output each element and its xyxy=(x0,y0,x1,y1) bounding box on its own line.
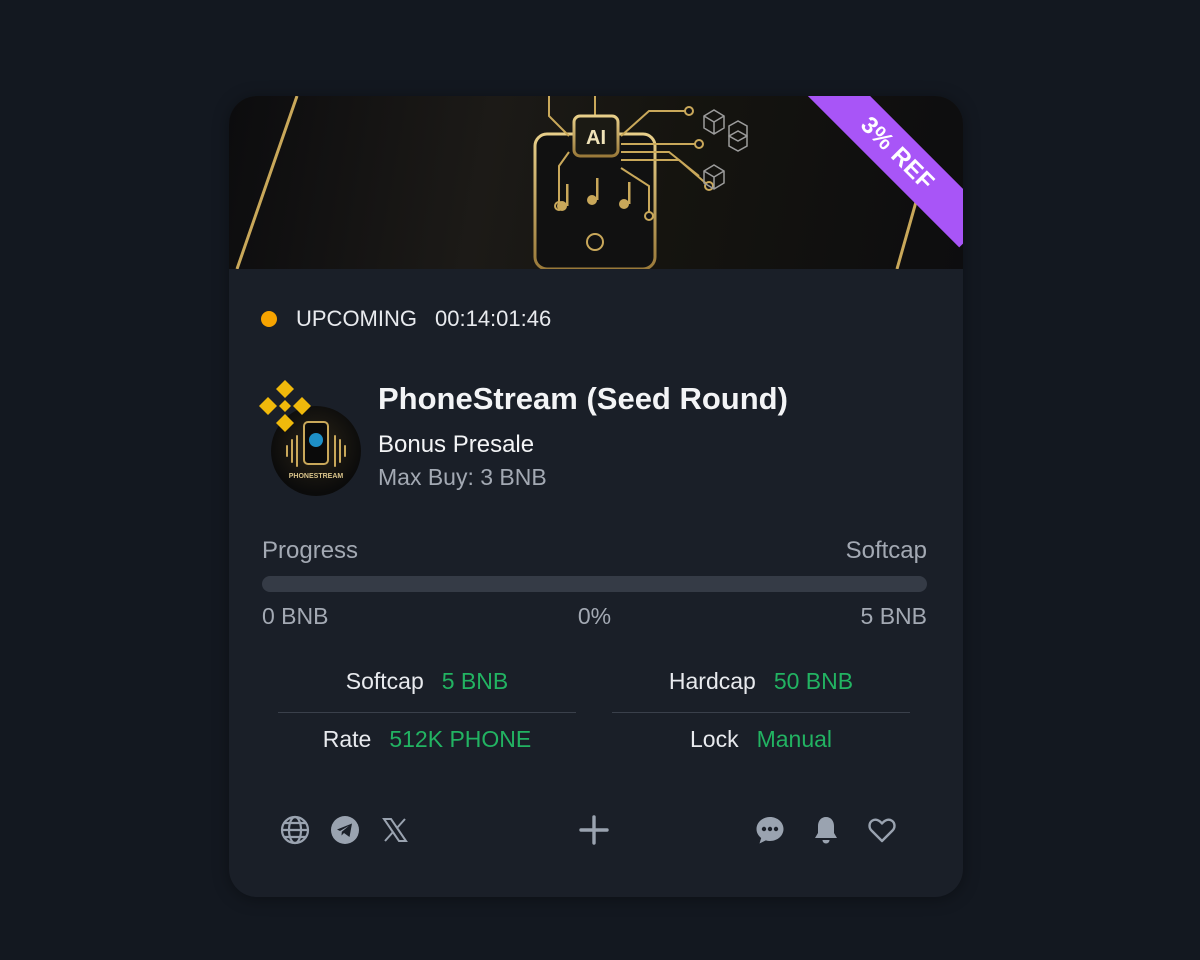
plus-icon[interactable] xyxy=(578,814,610,846)
status-dot xyxy=(261,311,277,327)
project-name[interactable]: PhoneStream (Seed Round) xyxy=(378,381,788,417)
project-logo: PHONESTREAM xyxy=(255,376,365,496)
stats-divider-left xyxy=(278,712,576,713)
stat-hardcap: Hardcap 50 BNB xyxy=(612,668,910,695)
ai-chip-label: AI xyxy=(586,127,606,149)
stat-lock-label: Lock xyxy=(689,726,739,752)
progress-values: 0 BNB 0% 5 BNB xyxy=(262,603,927,630)
banner-image: AI 3% REF xyxy=(229,96,963,269)
stat-softcap-value: 5 BNB xyxy=(441,668,509,694)
progress-cap-label: Softcap xyxy=(845,537,927,564)
sale-type: Bonus Presale xyxy=(378,431,535,458)
countdown-timer: 00:14:01:46 xyxy=(435,306,552,331)
progress-labels: Progress Softcap xyxy=(262,537,927,565)
progress-raised: 0 BNB xyxy=(262,603,329,629)
telegram-icon[interactable] xyxy=(329,814,361,846)
stat-softcap: Softcap 5 BNB xyxy=(278,668,576,695)
social-links xyxy=(279,813,411,847)
x-icon[interactable] xyxy=(379,814,411,846)
stat-lock: Lock Manual xyxy=(612,726,910,753)
card-actions xyxy=(754,813,898,847)
avatar-caption: PHONESTREAM xyxy=(289,473,344,480)
bnb-chain-icon xyxy=(255,376,315,436)
sale-status: UPCOMING 00:14:01:46 xyxy=(261,306,551,332)
progress-bar xyxy=(262,576,927,592)
stat-softcap-label: Softcap xyxy=(345,668,424,694)
stat-rate-value: 512K PHONE xyxy=(389,726,532,752)
stat-rate: Rate 512K PHONE xyxy=(278,726,576,753)
progress-percent: 0% xyxy=(577,603,612,629)
max-buy: Max Buy: 3 BNB xyxy=(378,464,547,490)
progress-label: Progress xyxy=(262,537,359,564)
add-action xyxy=(578,813,610,847)
stat-hardcap-label: Hardcap xyxy=(668,668,756,694)
heart-icon[interactable] xyxy=(866,814,898,846)
chat-icon[interactable] xyxy=(754,814,786,846)
globe-icon[interactable] xyxy=(279,814,311,846)
presale-card[interactable]: AI 3% REF UPCOMING 00:14:01:46 PHONESTRE… xyxy=(229,96,963,897)
stat-rate-label: Rate xyxy=(322,726,372,752)
bell-icon[interactable] xyxy=(810,814,842,846)
status-label: UPCOMING xyxy=(296,306,417,331)
stats-divider-right xyxy=(612,712,910,713)
progress-target: 5 BNB xyxy=(860,603,927,629)
stat-hardcap-value: 50 BNB xyxy=(773,668,854,694)
stat-lock-value: Manual xyxy=(756,726,833,752)
